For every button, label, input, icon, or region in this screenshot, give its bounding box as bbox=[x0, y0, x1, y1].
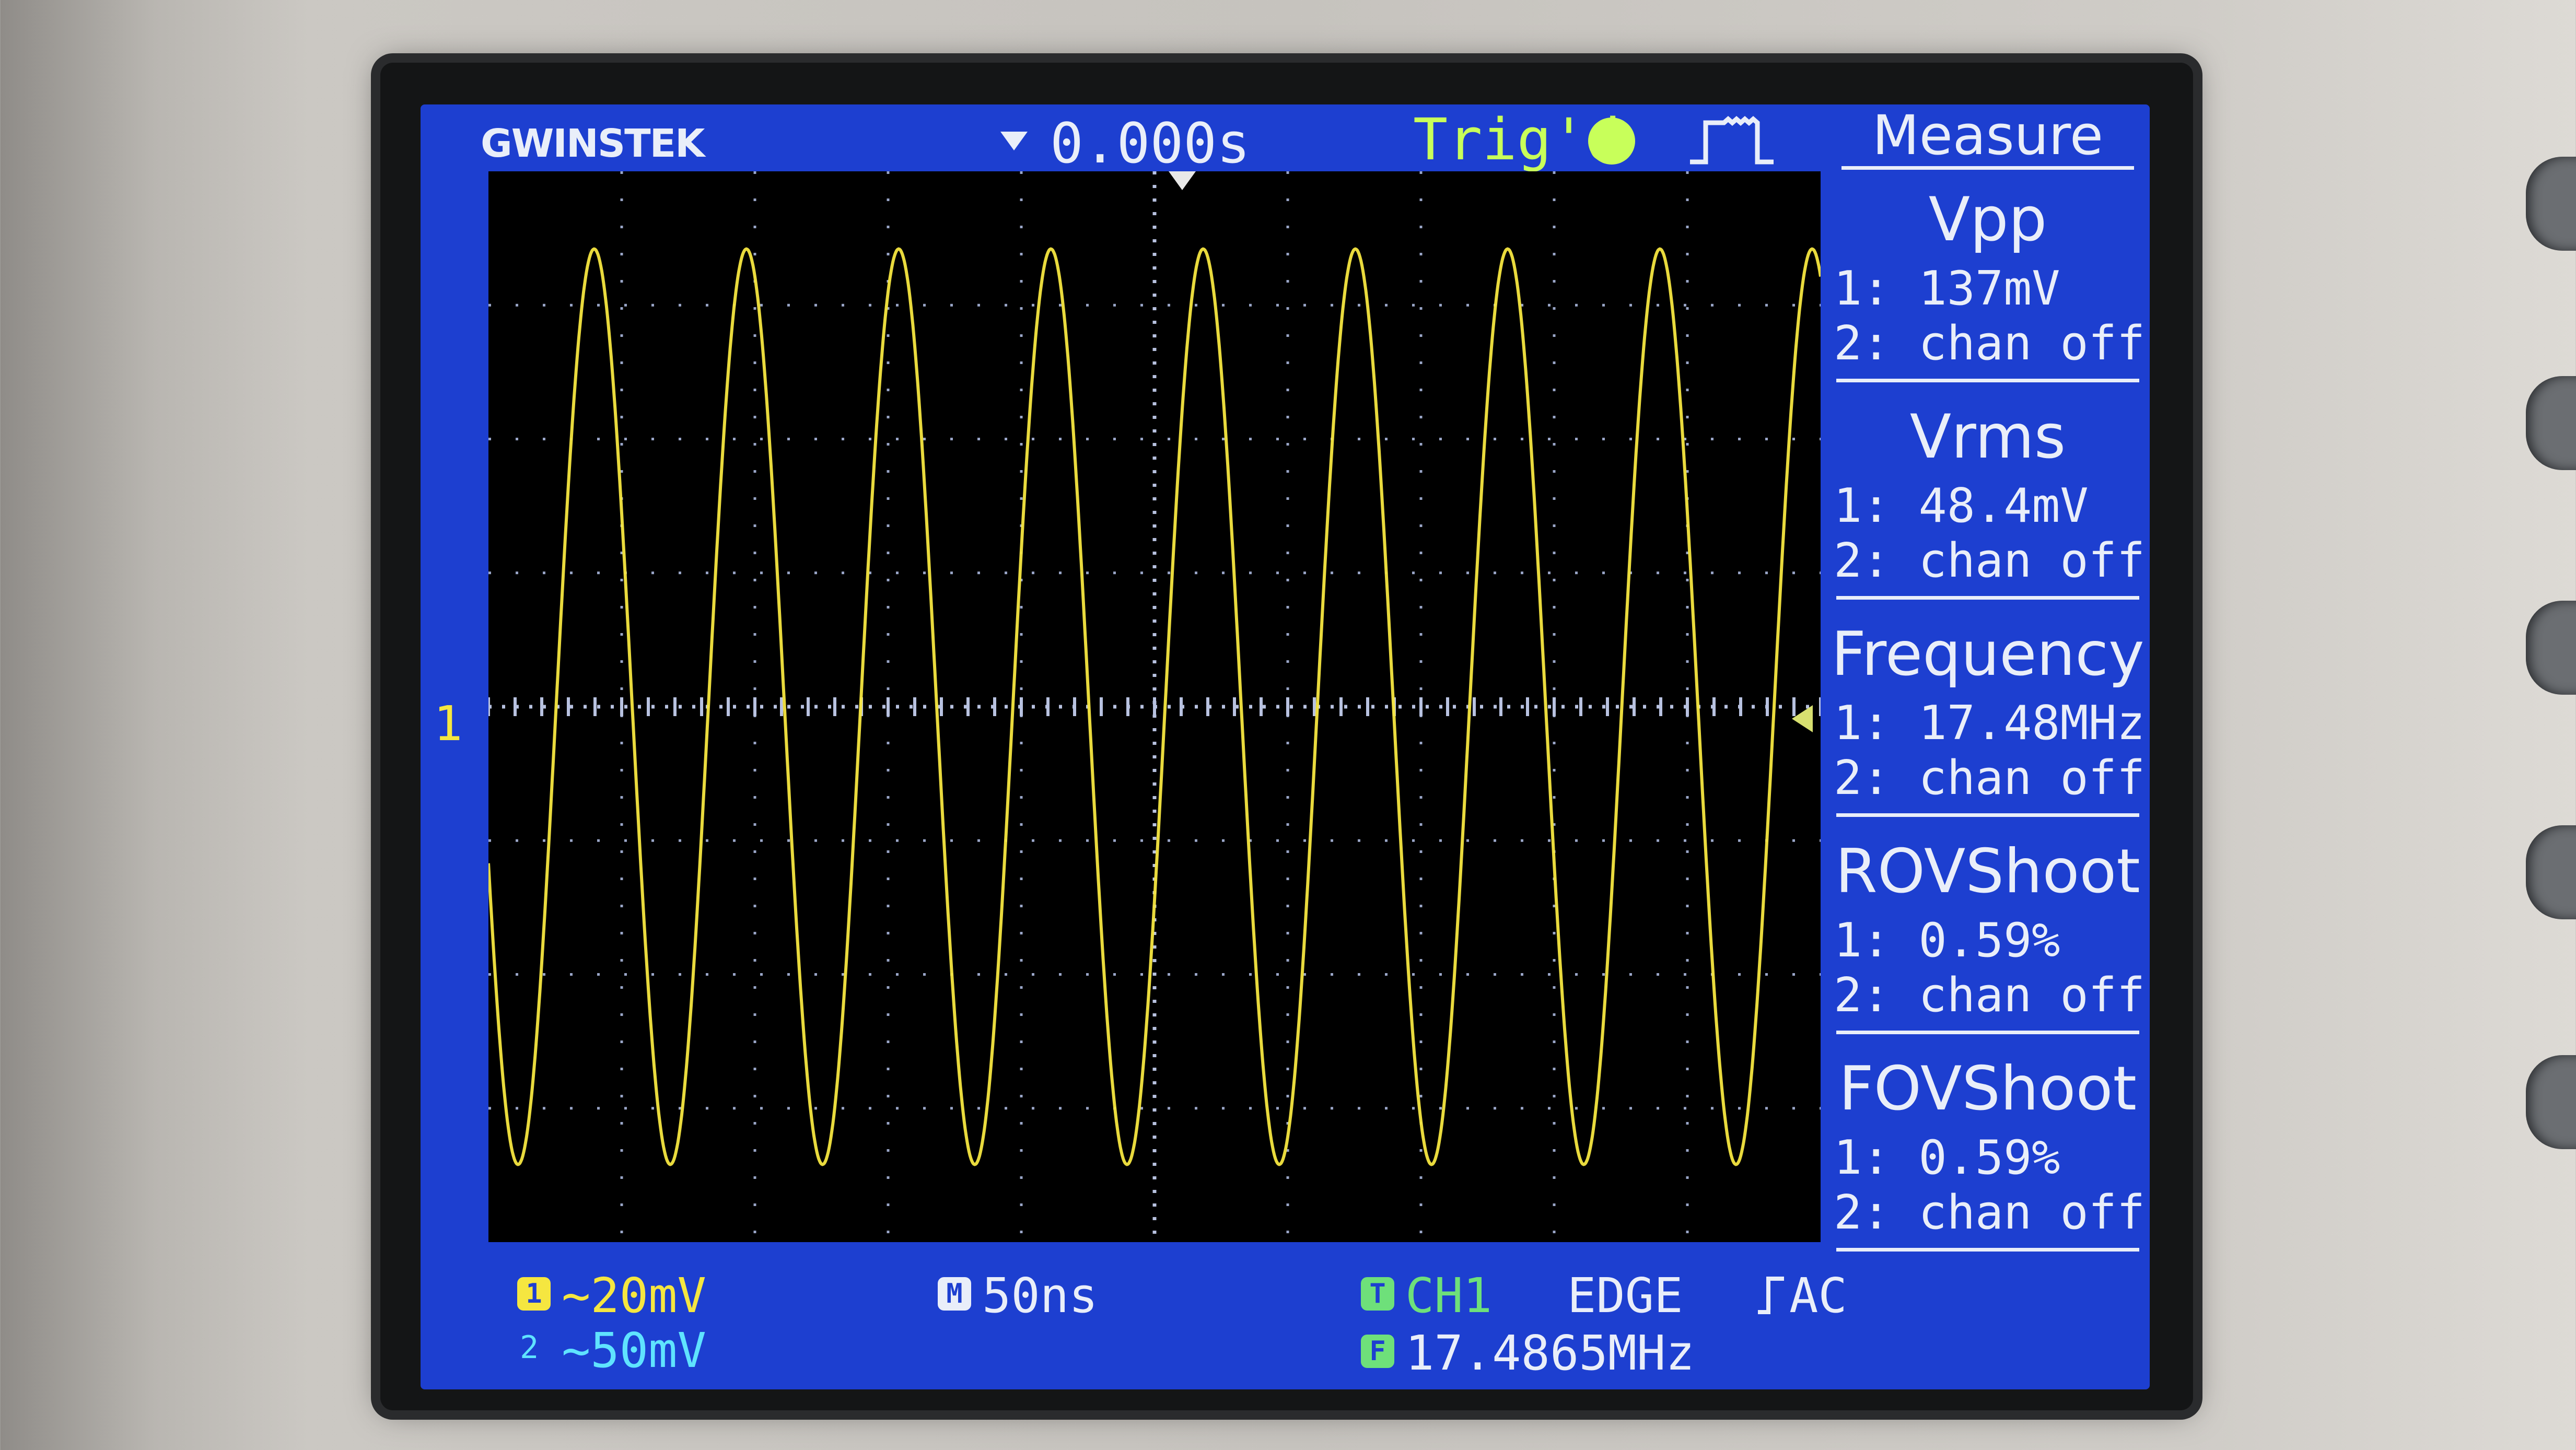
measure-slot-name: ROVShoot bbox=[1835, 836, 2140, 907]
measure-title-divider bbox=[1841, 166, 2134, 170]
measure-slot-divider bbox=[1836, 596, 2139, 600]
trigger-source: CH1 bbox=[1405, 1268, 1493, 1324]
measure-slot-vrms[interactable]: Vrms 1: 48.4mV 2: chan off bbox=[1826, 405, 2150, 623]
trigger-time-marker bbox=[1169, 171, 1196, 190]
trigger-status-icon bbox=[1588, 118, 1635, 165]
measure-slot-ch2-value: 2: chan off bbox=[1834, 316, 2146, 371]
measure-slot-name: FOVShoot bbox=[1839, 1054, 2137, 1124]
trigger-source-badge: T bbox=[1361, 1277, 1394, 1311]
rising-edge-icon bbox=[1758, 1277, 1784, 1314]
brand-logo: GWINSTEK bbox=[481, 121, 705, 166]
trigger-coupling: AC bbox=[1789, 1268, 1847, 1324]
measure-slot-ch1-value: 1: 137mV bbox=[1834, 261, 2060, 316]
measure-slot-ch2-value: 2: chan off bbox=[1834, 968, 2146, 1023]
measure-slot-vpp[interactable]: Vpp 1: 137mV 2: chan off bbox=[1826, 188, 2150, 405]
measure-panel: Measure Vpp 1: 137mV 2: chan off Vrms 1:… bbox=[1826, 104, 2150, 1269]
softkey-button-4[interactable] bbox=[2526, 825, 2576, 919]
measure-slot-divider bbox=[1836, 379, 2139, 382]
measure-slot-frequency[interactable]: Frequency 1: 17.48MHz 2: chan off bbox=[1826, 623, 2150, 840]
oscilloscope-screen: GWINSTEK 0.000s Trig'd 1 Measure Vpp 1: … bbox=[421, 104, 2150, 1389]
waveform-display bbox=[488, 171, 1821, 1242]
trigger-type: EDGE bbox=[1567, 1268, 1683, 1324]
measure-slot-name: Vrms bbox=[1909, 402, 2066, 472]
ch2-scale: ~50mV bbox=[562, 1323, 706, 1378]
softkey-button-2[interactable] bbox=[2526, 376, 2576, 470]
waveform-graticule bbox=[488, 171, 1821, 1242]
measure-slot-ch2-value: 2: chan off bbox=[1834, 1185, 2146, 1240]
measure-slot-ch2-value: 2: chan off bbox=[1834, 533, 2146, 588]
ch1-badge: 1 bbox=[517, 1277, 551, 1311]
measure-title: Measure bbox=[1872, 103, 2103, 167]
status-bar: 1 ~20mV 2 ~50mV M 50ns T CH1 EDGE AC F 1… bbox=[421, 1259, 2150, 1389]
frequency-counter-badge: F bbox=[1361, 1335, 1394, 1368]
measure-slot-divider bbox=[1836, 1248, 2139, 1252]
timebase-badge: M bbox=[938, 1277, 971, 1311]
trigger-level-marker bbox=[1792, 705, 1813, 732]
trigger-edge-icon bbox=[1690, 116, 1774, 165]
timebase-scale: 50ns bbox=[982, 1268, 1098, 1324]
softkey-button-1[interactable] bbox=[2526, 157, 2576, 251]
measure-slot-rovshoot[interactable]: ROVShoot 1: 0.59% 2: chan off bbox=[1826, 840, 2150, 1057]
softkey-button-3[interactable] bbox=[2526, 601, 2576, 695]
measure-slot-ch1-value: 1: 0.59% bbox=[1834, 1130, 2060, 1185]
measure-slot-ch1-value: 1: 48.4mV bbox=[1834, 478, 2089, 533]
ch2-badge: 2 bbox=[520, 1329, 539, 1366]
frequency-counter: 17.4865MHz bbox=[1405, 1325, 1695, 1381]
ch1-scale: ~20mV bbox=[562, 1268, 706, 1324]
measure-slot-name: Frequency bbox=[1831, 619, 2144, 689]
softkey-button-5[interactable] bbox=[2526, 1055, 2576, 1149]
measure-slot-fovshoot[interactable]: FOVShoot 1: 0.59% 2: chan off bbox=[1826, 1057, 2150, 1274]
measure-slot-name: Vpp bbox=[1928, 184, 2047, 255]
time-position-readout: 0.000s bbox=[1050, 111, 1250, 176]
measure-slot-ch1-value: 1: 0.59% bbox=[1834, 913, 2060, 968]
measure-slot-ch1-value: 1: 17.48MHz bbox=[1834, 696, 2146, 751]
measure-slot-divider bbox=[1836, 813, 2139, 817]
trigger-position-icon bbox=[1000, 132, 1028, 150]
measure-slot-divider bbox=[1836, 1031, 2139, 1034]
measure-slot-ch2-value: 2: chan off bbox=[1834, 751, 2146, 805]
ch1-ground-marker: 1 bbox=[434, 696, 463, 752]
